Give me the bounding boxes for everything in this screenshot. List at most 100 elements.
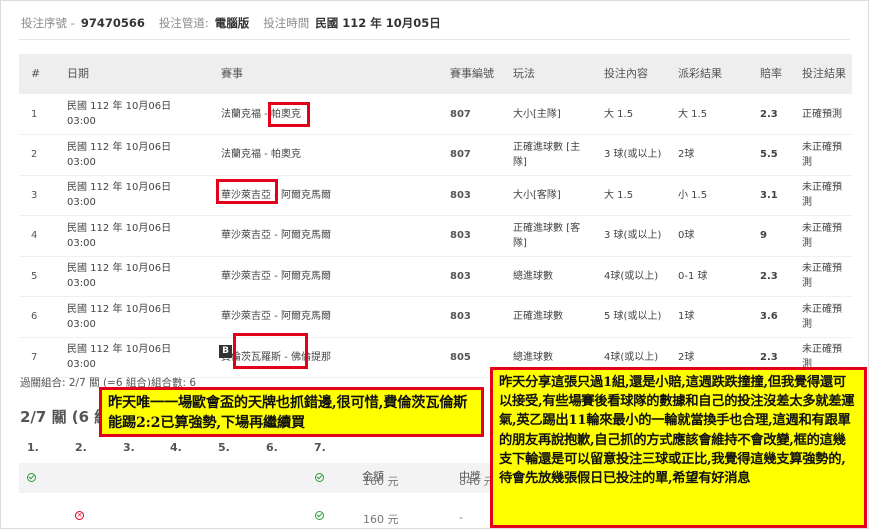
- grid-col-1: 1.: [27, 441, 39, 454]
- col-play: 玩法: [507, 54, 598, 94]
- row-odds: 3.1: [754, 175, 796, 216]
- col-event-code: 賽事編號: [444, 54, 507, 94]
- time-value: 民國 112 年 10月05日: [315, 16, 441, 30]
- row-payout: 大 1.5: [672, 94, 754, 135]
- row-event: 法蘭克福 - 帕奧克: [215, 134, 444, 176]
- table-row: 6 民國 112 年 10月06日 03:00 華沙萊吉亞 - 阿爾克馬爾 803 正確進…: [19, 296, 852, 338]
- channel-value: 電腦版: [214, 16, 250, 30]
- combo-amount: 160 元: [363, 475, 399, 488]
- row-play: 總進球數: [507, 256, 598, 297]
- table-row: 4 民國 112 年 10月06日 03:00 華沙萊吉亞 - 阿爾克馬爾 803 正確進…: [19, 215, 852, 257]
- row-payout: 2球: [672, 134, 754, 176]
- row-index: 1: [19, 94, 61, 135]
- row-date: 民國 112 年 10月06日 03:00: [61, 337, 215, 378]
- combo-grid-header: 1. 2. 3. 4. 5. 6. 7.: [19, 437, 499, 461]
- combo-row: × 160 元 -: [19, 503, 499, 529]
- row-odds: 2.3: [754, 256, 796, 297]
- grid-col-2: 2.: [75, 441, 87, 454]
- col-payout: 派彩結果: [672, 54, 754, 94]
- serial-value: 97470566: [80, 16, 145, 30]
- highlight-box-row7: [233, 333, 308, 369]
- row-odds: 2.3: [754, 94, 796, 135]
- row-play: 正確進球數: [507, 296, 598, 338]
- row-payout: 小 1.5: [672, 175, 754, 216]
- row-result: 正確預測: [796, 94, 852, 135]
- grid-col-6: 6.: [266, 441, 278, 454]
- row-event: 法蘭克福 - 帕奧克: [215, 94, 444, 135]
- row-date: 民國 112 年 10月06日 03:00: [61, 94, 215, 135]
- table-header-row: # 日期 賽事 賽事編號 玩法 投注內容 派彩結果 賠率 投注結果: [19, 54, 852, 94]
- highlight-box-row1: [268, 102, 310, 127]
- note-right-text: 昨天分享這張只過1組,還是小賠,這週跌跌撞撞,但我覺得還可以接受,有些場賽後看球…: [499, 375, 855, 487]
- bet-info-bar: 投注序號 - 97470566 投注管道: 電腦版 投注時間 民國 112 年 10月05…: [21, 15, 455, 31]
- row-content: 5 球(或以上): [598, 296, 672, 338]
- row-event: 華沙萊吉亞 - 阿爾克馬爾: [215, 296, 444, 338]
- table-row: 3 民國 112 年 10月06日 03:00 華沙萊吉亞 - 阿爾克馬爾 803 大小[…: [19, 175, 852, 216]
- ok-icon: [315, 511, 324, 520]
- row-event-code: 803: [444, 256, 507, 297]
- col-event: 賽事: [215, 54, 444, 94]
- combo-win: -: [459, 511, 463, 524]
- channel-label: 投注管道:: [158, 16, 209, 30]
- row-date: 民國 112 年 10月06日 03:00: [61, 256, 215, 297]
- row-payout: 0-1 球: [672, 256, 754, 297]
- col-content: 投注內容: [598, 54, 672, 94]
- row-index: 7: [19, 337, 61, 378]
- row-odds: 5.5: [754, 134, 796, 176]
- combo-row: 160 元 846 元: [19, 465, 499, 495]
- page-frame: 投注序號 - 97470566 投注管道: 電腦版 投注時間 民國 112 年 10月05…: [0, 0, 869, 529]
- b-badge-icon: B: [219, 345, 232, 358]
- time-label: 投注時間: [263, 16, 310, 30]
- row-index: 5: [19, 256, 61, 297]
- row-result: 未正確預測: [796, 256, 852, 297]
- row-event-code: 807: [444, 134, 507, 176]
- grid-col-5: 5.: [218, 441, 230, 454]
- table-row: 5 民國 112 年 10月06日 03:00 華沙萊吉亞 - 阿爾克馬爾 803 總進球…: [19, 256, 852, 297]
- grid-col-7: 7.: [314, 441, 326, 454]
- combo-amount: 160 元: [363, 513, 399, 526]
- combo-section-title: 2/7 關 (6 組: [20, 408, 110, 426]
- row-result: 未正確預測: [796, 215, 852, 257]
- note-right: 昨天分享這張只過1組,還是小賠,這週跌跌撞撞,但我覺得還可以接受,有些場賽後看球…: [490, 367, 867, 528]
- note-left-text: 昨天唯一一場歐會盃的天牌也抓錯邊,很可惜,費倫茨瓦倫斯能踢2:2已算強勢,下場再…: [108, 395, 468, 431]
- row-event-code: 803: [444, 175, 507, 216]
- row-content: 4球(或以上): [598, 256, 672, 297]
- row-index: 2: [19, 134, 61, 176]
- col-odds: 賠率: [754, 54, 796, 94]
- row-play: 大小[主隊]: [507, 94, 598, 135]
- ok-icon: [315, 473, 324, 482]
- row-payout: 0球: [672, 215, 754, 257]
- highlight-box-row3: [216, 179, 278, 204]
- row-result: 未正確預測: [796, 296, 852, 338]
- row-date: 民國 112 年 10月06日 03:00: [61, 215, 215, 257]
- row-result: 未正確預測: [796, 175, 852, 216]
- row-payout: 1球: [672, 296, 754, 338]
- col-index: #: [19, 54, 61, 94]
- row-index: 3: [19, 175, 61, 216]
- row-date: 民國 112 年 10月06日 03:00: [61, 134, 215, 176]
- note-left: 昨天唯一一場歐會盃的天牌也抓錯邊,很可惜,費倫茨瓦倫斯能踢2:2已算強勢,下場再…: [99, 387, 484, 437]
- row-result: 未正確預測: [796, 134, 852, 176]
- row-event: 華沙萊吉亞 - 阿爾克馬爾: [215, 256, 444, 297]
- grid-col-3: 3.: [123, 441, 135, 454]
- row-index: 4: [19, 215, 61, 257]
- row-play: 正確進球數 [主隊]: [507, 134, 598, 176]
- row-content: 大 1.5: [598, 175, 672, 216]
- divider: [19, 39, 850, 40]
- serial-label: 投注序號 -: [21, 16, 75, 30]
- ok-icon: [27, 473, 36, 482]
- row-date: 民國 112 年 10月06日 03:00: [61, 175, 215, 216]
- row-odds: 9: [754, 215, 796, 257]
- row-play: 正確進球數 [客隊]: [507, 215, 598, 257]
- row-content: 3 球(或以上): [598, 134, 672, 176]
- col-date: 日期: [61, 54, 215, 94]
- row-content: 大 1.5: [598, 94, 672, 135]
- row-date: 民國 112 年 10月06日 03:00: [61, 296, 215, 338]
- row-event: 華沙萊吉亞 - 阿爾克馬爾: [215, 215, 444, 257]
- row-content: 3 球(或以上): [598, 215, 672, 257]
- row-odds: 3.6: [754, 296, 796, 338]
- col-result: 投注結果: [796, 54, 852, 94]
- bets-table: # 日期 賽事 賽事編號 玩法 投注內容 派彩結果 賠率 投注結果 1 民國 11…: [19, 54, 852, 378]
- row-event-code: 803: [444, 215, 507, 257]
- table-row: 1 民國 112 年 10月06日 03:00 法蘭克福 - 帕奧克 807 大小[主隊]…: [19, 94, 852, 135]
